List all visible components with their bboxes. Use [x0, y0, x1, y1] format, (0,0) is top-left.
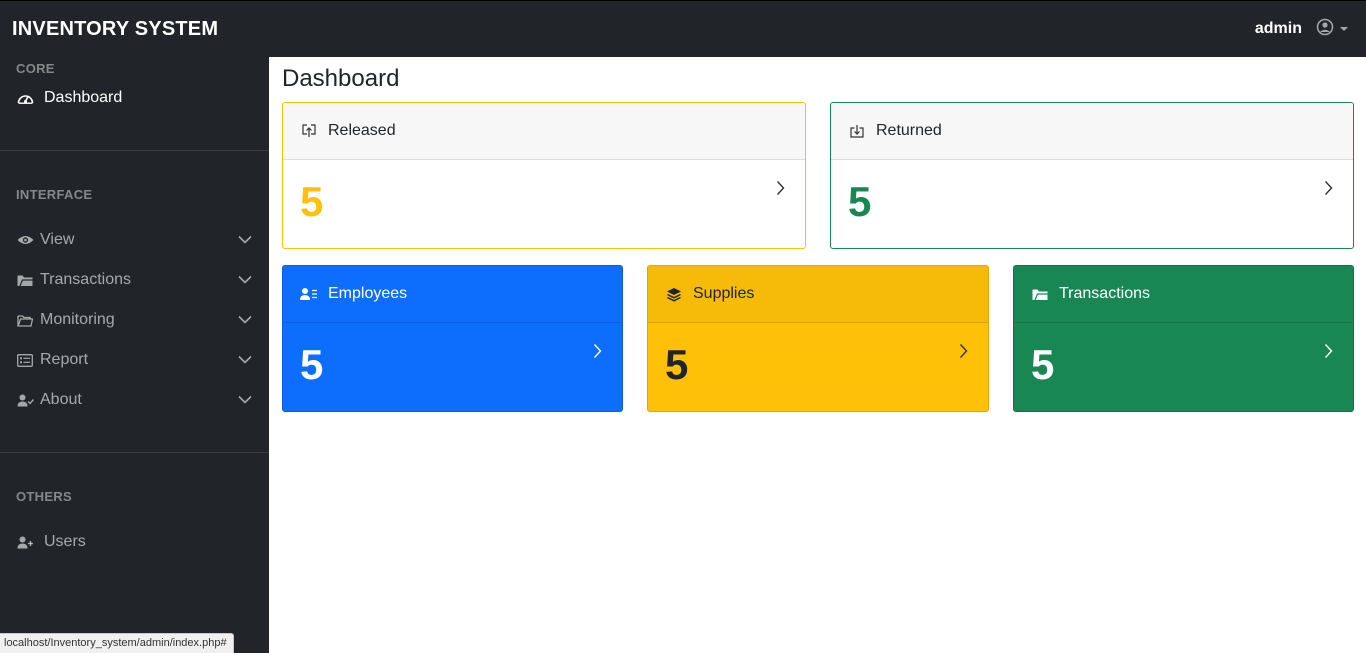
- folder-open-icon: [16, 274, 34, 287]
- folder-outline-icon: [16, 314, 34, 327]
- card-body: 5: [1014, 323, 1353, 411]
- released-card: Released 5: [282, 102, 806, 249]
- user-check-icon: [16, 394, 34, 407]
- tachometer-icon: [16, 91, 34, 105]
- sidebar-heading-core: CORE: [16, 61, 55, 76]
- sidebar-item-label: Report: [40, 351, 89, 368]
- folder-open-icon: [1031, 288, 1049, 301]
- main-content: Dashboard Released 5 Returned 5 Employee…: [269, 57, 1366, 653]
- upload-box-icon: [300, 124, 318, 138]
- card-value: 5: [848, 178, 872, 225]
- card-value: 5: [300, 178, 324, 225]
- card-title: Returned: [876, 122, 942, 139]
- sidebar-heading-interface: INTERFACE: [16, 187, 93, 202]
- sidebar: CORE Dashboard INTERFACE View Transactio…: [0, 57, 269, 653]
- card-value: 5: [1031, 341, 1055, 388]
- card-value: 5: [300, 341, 324, 388]
- chevron-right-icon[interactable]: [959, 343, 968, 364]
- user-circle-icon: [1316, 18, 1334, 41]
- layers-icon: [665, 287, 683, 302]
- card-body: 5: [831, 160, 1353, 248]
- chevron-down-icon: [238, 351, 252, 369]
- sidebar-item-view[interactable]: View: [16, 228, 254, 252]
- card-header: Employees: [283, 266, 622, 323]
- chevron-down-icon: [238, 311, 252, 329]
- card-header: Transactions: [1014, 266, 1353, 323]
- chevron-down-icon: [1340, 27, 1348, 31]
- chevron-right-icon[interactable]: [593, 343, 602, 364]
- chevron-right-icon[interactable]: [776, 180, 785, 201]
- card-body: 5: [283, 160, 805, 248]
- card-body: 5: [648, 323, 988, 411]
- sidebar-item-about[interactable]: About: [16, 388, 254, 412]
- sidebar-item-label: About: [40, 391, 82, 408]
- card-title: Employees: [328, 285, 408, 302]
- sidebar-item-transactions[interactable]: Transactions: [16, 268, 254, 292]
- user-plus-icon: [16, 536, 34, 549]
- sidebar-item-label: Transactions: [40, 271, 131, 288]
- download-box-icon: [848, 124, 866, 138]
- card-value: 5: [665, 341, 689, 388]
- eye-icon: [16, 234, 34, 246]
- returned-card: Returned 5: [830, 102, 1354, 249]
- top-navbar: INVENTORY SYSTEM admin: [0, 0, 1366, 57]
- chevron-down-icon: [238, 271, 252, 289]
- sidebar-item-dashboard[interactable]: Dashboard: [16, 86, 254, 110]
- sidebar-item-monitoring[interactable]: Monitoring: [16, 308, 254, 332]
- card-header: Released: [283, 103, 805, 160]
- user-list-icon: [300, 287, 318, 301]
- sidebar-item-label: Monitoring: [40, 311, 115, 328]
- username-label: admin: [1254, 20, 1302, 37]
- sidebar-divider: [0, 150, 269, 151]
- sidebar-heading-others: OTHERS: [16, 489, 72, 504]
- sidebar-item-label: View: [40, 231, 75, 248]
- transactions-card: Transactions 5: [1013, 265, 1354, 412]
- sidebar-item-report[interactable]: Report: [16, 348, 254, 372]
- browser-status-url: localhost/Inventory_system/admin/index.p…: [0, 633, 234, 653]
- sidebar-item-label: Users: [44, 533, 86, 550]
- card-title: Transactions: [1059, 285, 1150, 302]
- card-title: Supplies: [693, 285, 755, 302]
- supplies-card: Supplies 5: [647, 265, 989, 412]
- card-header: Returned: [831, 103, 1353, 160]
- chevron-down-icon: [238, 391, 252, 409]
- card-header: Supplies: [648, 266, 988, 323]
- topbar-right: admin: [1255, 18, 1366, 41]
- chevron-right-icon[interactable]: [1324, 180, 1333, 201]
- card-title: Released: [328, 122, 396, 139]
- page-title: Dashboard: [282, 65, 400, 92]
- chevron-right-icon[interactable]: [1324, 343, 1333, 364]
- card-body: 5: [283, 323, 622, 411]
- sidebar-divider: [0, 452, 269, 453]
- user-menu-toggle[interactable]: [1316, 18, 1348, 41]
- employees-card: Employees 5: [282, 265, 623, 412]
- list-card-icon: [16, 353, 34, 367]
- sidebar-item-label: Dashboard: [44, 89, 123, 106]
- brand-title[interactable]: INVENTORY SYSTEM: [0, 18, 218, 41]
- chevron-down-icon: [238, 231, 252, 249]
- sidebar-item-users[interactable]: Users: [16, 530, 254, 554]
